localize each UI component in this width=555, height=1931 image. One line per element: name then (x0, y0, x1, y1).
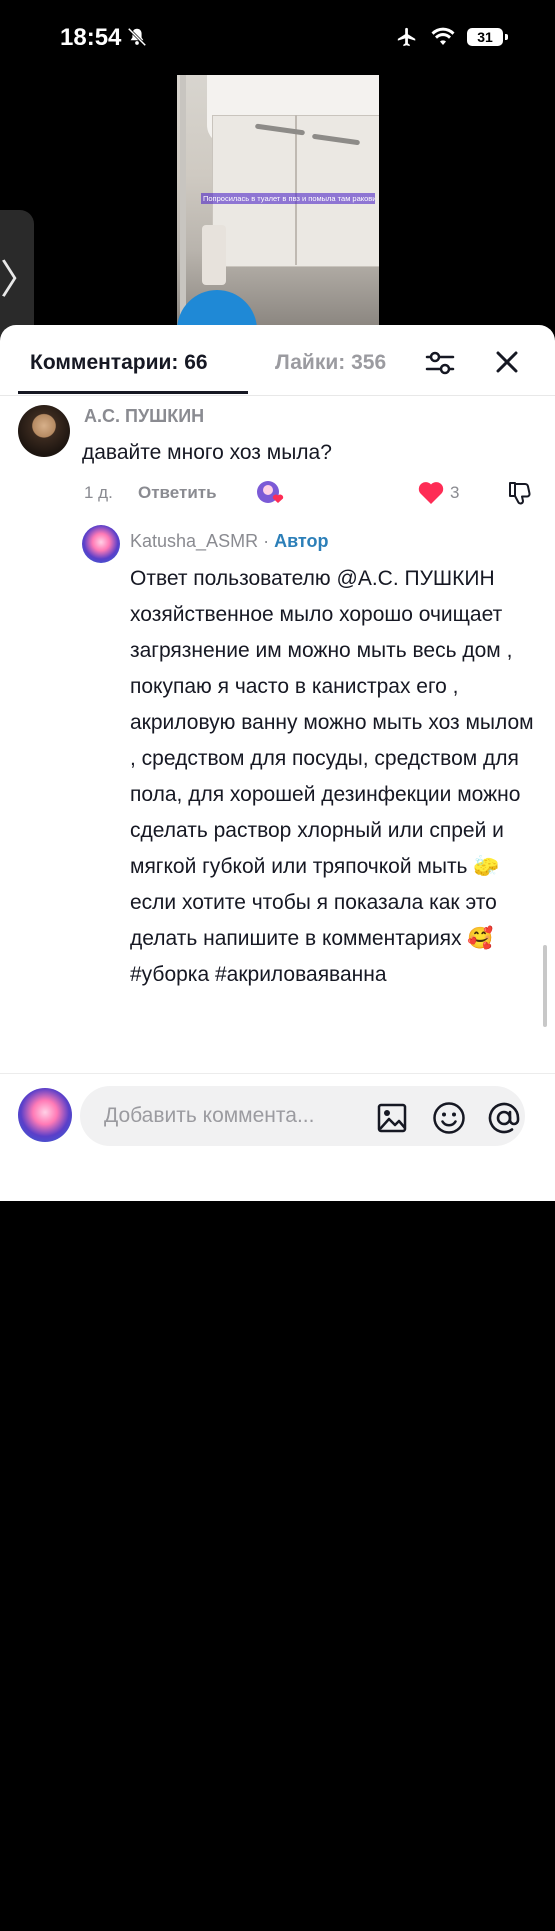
avatar[interactable] (82, 525, 120, 563)
comments-panel: Комментарии: 66 Лайки: 356 А.С. ПУШКИН д… (0, 325, 555, 1931)
thumbs-down-icon[interactable] (506, 479, 534, 507)
comment-timestamp: 1 д. (84, 483, 113, 502)
comments-tabs: Комментарии: 66 Лайки: 356 (0, 325, 555, 397)
close-icon[interactable] (490, 345, 524, 379)
tabs-divider (0, 395, 555, 396)
video-preview[interactable]: Попросилась в туалет в пвз и помыла там … (177, 75, 379, 325)
heart-icon[interactable] (417, 479, 445, 505)
mop-bucket-shape (177, 290, 257, 325)
separator: · (258, 531, 275, 551)
bell-slash-icon (127, 27, 147, 47)
reply-text: Ответ пользователю @А.С. ПУШКИН хозяйств… (130, 567, 534, 986)
avatar[interactable] (18, 405, 70, 457)
active-tab-indicator (18, 391, 248, 394)
image-icon[interactable] (377, 1103, 407, 1133)
comment-username[interactable]: А.С. ПУШКИН (84, 406, 204, 427)
tab-comments[interactable]: Комментарии: 66 (30, 351, 208, 375)
at-icon[interactable] (486, 1100, 522, 1136)
wifi-icon (431, 27, 455, 45)
comment-input-bar (0, 1073, 555, 1931)
status-bar: 18:54 31 (0, 0, 555, 75)
reply-button[interactable]: Ответить (138, 483, 217, 503)
reply-header: Katusha_ASMR · Автор (130, 531, 328, 552)
author-badge: Автор (274, 531, 329, 551)
creator-liked-icon (257, 481, 284, 503)
status-time: 18:54 (60, 24, 122, 51)
emoji-icon[interactable] (432, 1101, 466, 1135)
airplane-icon (397, 27, 416, 47)
sliders-icon[interactable] (424, 347, 456, 379)
battery-indicator: 31 (467, 28, 508, 46)
like-count: 3 (450, 483, 460, 502)
reply-username[interactable]: Katusha_ASMR (130, 531, 258, 551)
scrollbar[interactable] (543, 945, 547, 1027)
cabinet-divider (295, 115, 297, 265)
bottle-shape (202, 225, 226, 285)
tab-likes[interactable]: Лайки: 356 (275, 351, 407, 375)
avatar[interactable] (18, 1088, 72, 1142)
mop-handle-shape (180, 75, 186, 325)
video-caption-overlay: Попросилась в туалет в пвз и помыла там … (201, 193, 375, 204)
comment-text: давайте много хоз мыла? (82, 441, 332, 464)
home-indicator[interactable] (178, 1924, 378, 1931)
